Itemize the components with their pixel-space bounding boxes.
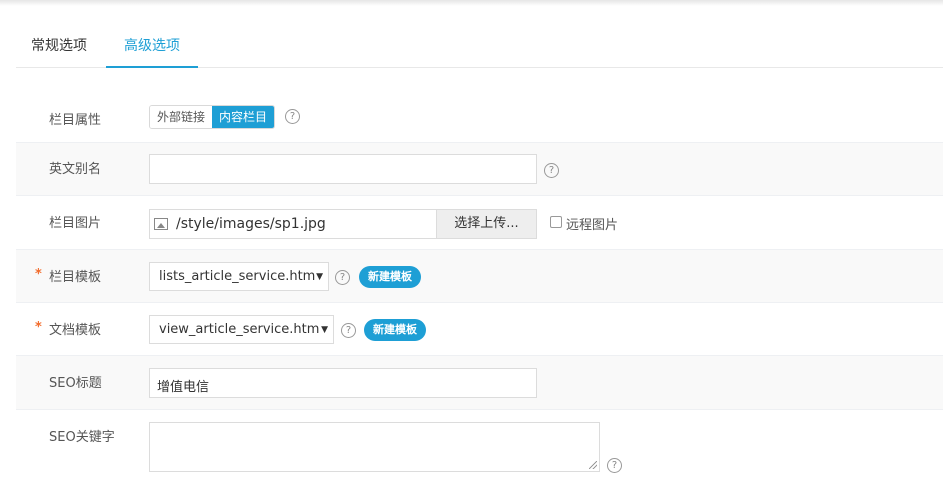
remote-image-checkbox[interactable] xyxy=(550,216,562,228)
image-icon xyxy=(154,218,168,230)
column-template-select[interactable]: lists_article_service.htm ▼ xyxy=(149,262,329,291)
form-row-seo-title: SEO标题 增值电信 xyxy=(16,356,943,410)
content-column-option[interactable]: 内容栏目 xyxy=(212,106,275,128)
column-template-label: 栏目模板 xyxy=(49,270,102,285)
form-row-attribute: 栏目属性 外部链接 内容栏目 ? xyxy=(16,92,943,143)
seo-keywords-textarea[interactable] xyxy=(149,422,600,472)
doc-template-label: 文档模板 xyxy=(49,323,102,338)
form-row-alias: 英文别名 ? xyxy=(16,143,943,196)
seo-keywords-label: SEO关键字 xyxy=(49,430,115,445)
image-label: 栏目图片 xyxy=(49,216,102,231)
help-icon[interactable]: ? xyxy=(285,109,300,124)
attribute-label: 栏目属性 xyxy=(49,113,102,128)
tab-bar: 常规选项 高级选项 xyxy=(16,24,943,68)
required-mark: * xyxy=(35,320,42,335)
alias-label: 英文别名 xyxy=(49,162,102,177)
image-path-input[interactable]: /style/images/sp1.jpg xyxy=(176,216,326,232)
upload-button[interactable]: 选择上传... xyxy=(436,210,536,238)
remote-image-label: 远程图片 xyxy=(566,218,619,233)
chevron-down-icon: ▼ xyxy=(321,325,328,335)
doc-template-value: view_article_service.htm xyxy=(159,322,320,337)
tab-general-options[interactable]: 常规选项 xyxy=(31,24,87,68)
help-icon[interactable]: ? xyxy=(341,323,356,338)
seo-title-label: SEO标题 xyxy=(49,376,102,391)
top-shadow xyxy=(0,0,943,6)
external-link-option[interactable]: 外部链接 xyxy=(150,106,213,128)
column-template-value: lists_article_service.htm xyxy=(159,269,316,284)
seo-title-value: 增值电信 xyxy=(157,380,210,395)
image-field: /style/images/sp1.jpg 选择上传... xyxy=(149,209,537,239)
form-row-column-template: * 栏目模板 lists_article_service.htm ▼ ? 新建模… xyxy=(16,250,943,303)
form-row-doc-template: * 文档模板 view_article_service.htm ▼ ? 新建模板 xyxy=(16,303,943,356)
required-mark: * xyxy=(35,267,42,282)
resize-handle[interactable] xyxy=(589,461,597,469)
help-icon[interactable]: ? xyxy=(335,270,350,285)
chevron-down-icon: ▼ xyxy=(316,272,323,282)
new-doc-template-button[interactable]: 新建模板 xyxy=(364,319,426,341)
new-column-template-button[interactable]: 新建模板 xyxy=(359,266,421,288)
doc-template-select[interactable]: view_article_service.htm ▼ xyxy=(149,315,334,344)
tab-advanced-options[interactable]: 高级选项 xyxy=(106,24,198,68)
help-icon[interactable]: ? xyxy=(607,458,622,473)
form-row-image: 栏目图片 /style/images/sp1.jpg 选择上传... 远程图片 xyxy=(16,196,943,250)
help-icon[interactable]: ? xyxy=(544,163,559,178)
seo-title-input[interactable]: 增值电信 xyxy=(149,368,537,398)
attribute-toggle: 外部链接 内容栏目 xyxy=(149,105,276,129)
alias-input[interactable] xyxy=(149,154,537,184)
form-row-seo-keywords: SEO关键字 ? xyxy=(16,410,943,480)
